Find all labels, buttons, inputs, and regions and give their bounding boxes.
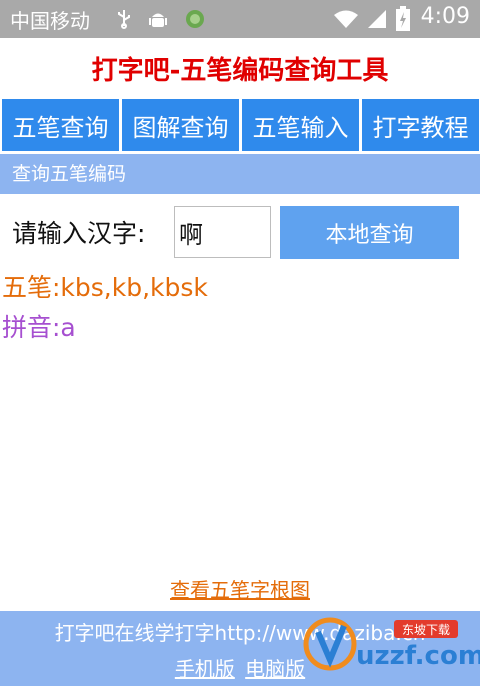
- watermark-tagline: 东坡下载: [402, 623, 450, 637]
- carrier-name: 中国移动: [10, 9, 90, 33]
- signal-icon: [368, 10, 386, 28]
- battery-icon: [396, 6, 410, 31]
- nav-wubi-query[interactable]: 五笔查询: [2, 99, 119, 151]
- usb-icon: [118, 10, 130, 29]
- local-query-button[interactable]: 本地查询: [280, 206, 459, 259]
- clock: 4:09: [420, 4, 470, 29]
- desktop-version-link[interactable]: 电脑版: [245, 657, 305, 681]
- watermark-brand: uzzf.com: [356, 641, 480, 671]
- android-debug-icon: [149, 13, 167, 27]
- hanzi-input[interactable]: [174, 206, 271, 258]
- nav-diagram-query[interactable]: 图解查询: [122, 99, 239, 151]
- sync-icon: [186, 10, 204, 28]
- hanzi-input-label: 请输入汉字:: [12, 219, 146, 248]
- nav-typing-tutorial[interactable]: 打字教程: [362, 99, 479, 151]
- page-title: 打字吧-五笔编码查询工具: [91, 56, 389, 86]
- wifi-icon: [334, 10, 358, 28]
- status-bar: 中国移动 4:09: [0, 0, 480, 38]
- main-nav: 五笔查询 图解查询 五笔输入 打字教程: [0, 99, 480, 151]
- wubi-result: 五笔:kbs,kb,kbsk: [2, 273, 208, 302]
- section-header: 查询五笔编码: [0, 154, 480, 194]
- mobile-version-link[interactable]: 手机版: [175, 657, 235, 681]
- uzzf-watermark-logo: 东坡下载 uzzf.com: [303, 617, 480, 671]
- nav-wubi-input[interactable]: 五笔输入: [242, 99, 359, 151]
- pinyin-result: 拼音:a: [2, 313, 76, 342]
- radical-chart-link[interactable]: 查看五笔字根图: [0, 574, 480, 603]
